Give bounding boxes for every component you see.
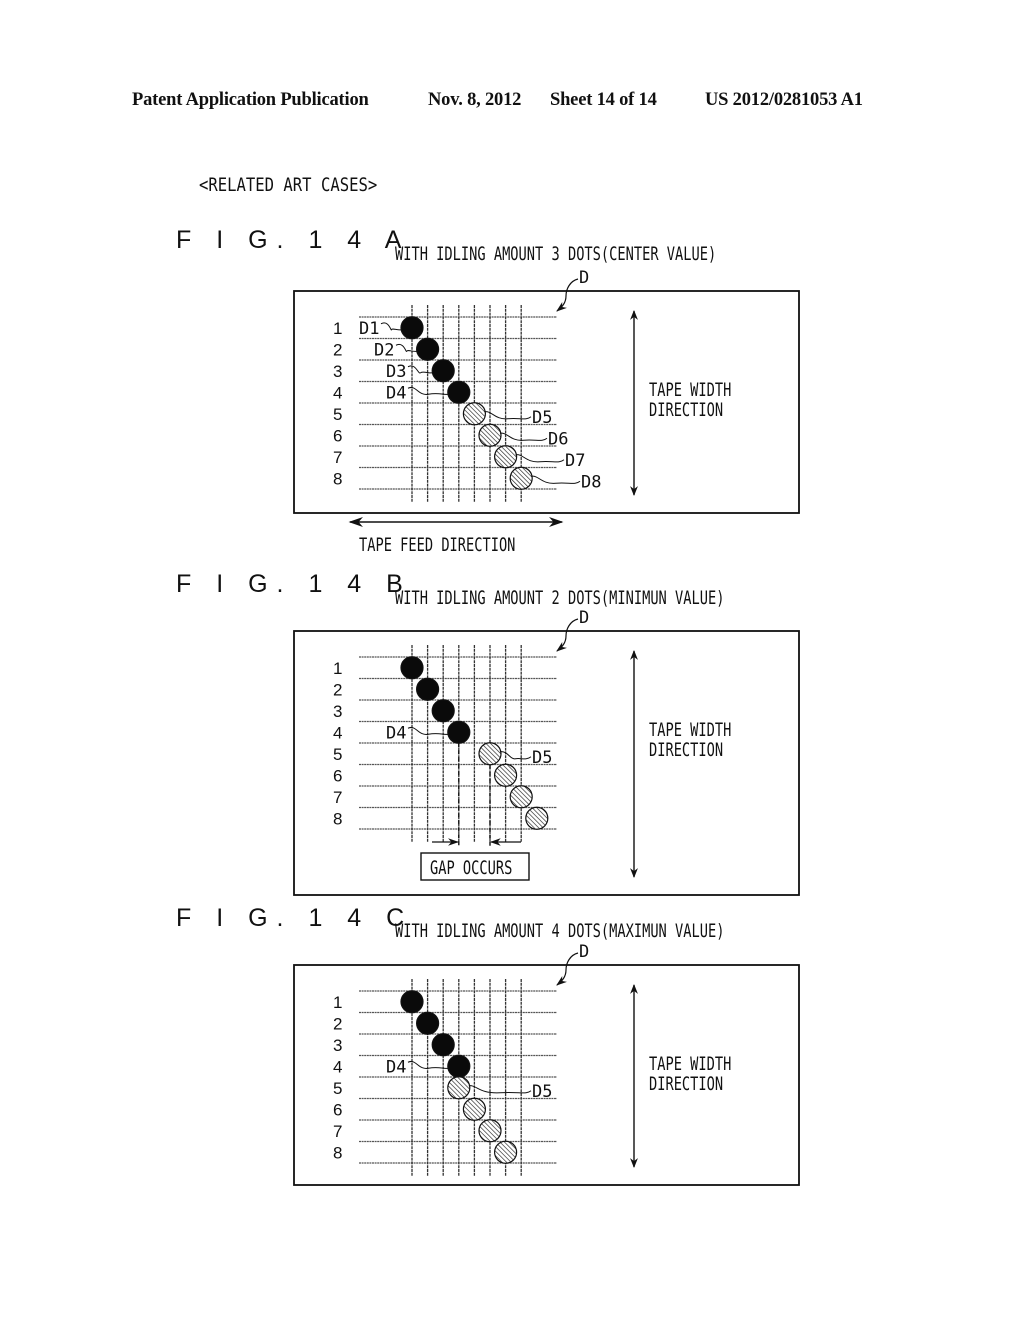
gap-occurs-label: GAP OCCURS <box>430 857 512 879</box>
hatched-dot <box>478 1119 502 1143</box>
hatched-dot <box>478 423 502 447</box>
dot-group-leader-arrow <box>556 952 579 986</box>
solid-dot <box>416 1011 440 1035</box>
hatched-dot <box>462 402 486 426</box>
hatched-dot <box>478 742 502 766</box>
dot-group-label-d: D <box>579 268 589 288</box>
dot-group-leader-arrow <box>556 618 579 652</box>
solid-dot <box>447 380 471 404</box>
dot-label-d4: D4 <box>386 1057 406 1077</box>
row-label: 7 <box>333 1122 342 1141</box>
row-label: 7 <box>333 788 342 807</box>
dot-label-d6: D6 <box>548 429 568 449</box>
tape-width-direction-label: TAPE WIDTH <box>649 1053 731 1075</box>
dot-label-leader <box>499 751 532 760</box>
row-label: 8 <box>333 469 342 488</box>
hatched-dot <box>462 1097 486 1121</box>
row-label: 6 <box>333 426 342 445</box>
row-label: 1 <box>333 319 342 338</box>
solid-dot <box>416 677 440 701</box>
row-label: 2 <box>333 1014 342 1033</box>
tape-width-direction-label: TAPE WIDTH <box>649 719 731 741</box>
tape-width-direction-label: DIRECTION <box>649 399 723 421</box>
dot-label-d8: D8 <box>581 472 601 492</box>
hatched-dot <box>494 445 518 469</box>
solid-dot <box>400 656 424 680</box>
solid-dot <box>431 699 455 723</box>
dot-group-leader-arrow <box>556 278 579 312</box>
hatched-dot <box>447 1076 471 1100</box>
row-label: 3 <box>333 362 342 381</box>
row-label: 4 <box>333 1057 342 1076</box>
row-label: 5 <box>333 1079 342 1098</box>
solid-dot <box>416 337 440 361</box>
row-label: 8 <box>333 1143 342 1162</box>
dot-label-d4: D4 <box>386 383 406 403</box>
dot-label-leader <box>484 411 532 420</box>
dot-label-d4: D4 <box>386 723 406 743</box>
solid-dot <box>400 990 424 1014</box>
row-label: 2 <box>333 340 342 359</box>
dot-label-leader <box>515 454 565 463</box>
solid-dot <box>447 720 471 744</box>
tape-width-direction-label: TAPE WIDTH <box>649 379 731 401</box>
row-label: 1 <box>333 659 342 678</box>
dot-group-label-d: D <box>579 608 589 628</box>
hatched-dot <box>494 1140 518 1164</box>
row-label: 4 <box>333 383 342 402</box>
dot-label-d5: D5 <box>532 408 552 428</box>
row-label: 5 <box>333 745 342 764</box>
dot-label-d2: D2 <box>374 340 394 360</box>
row-label: 2 <box>333 680 342 699</box>
hatched-dot <box>525 806 549 830</box>
figure-14a: D12345678D1D2D3D4D5D6D7D8TAPE WIDTHDIREC… <box>293 268 800 556</box>
solid-dot <box>447 1054 471 1078</box>
solid-dot <box>431 359 455 383</box>
hatched-dot <box>494 763 518 787</box>
dot-label-d1: D1 <box>359 319 379 339</box>
row-label: 5 <box>333 405 342 424</box>
solid-dot <box>400 316 424 340</box>
row-label: 8 <box>333 809 342 828</box>
figure-drawings: D12345678D1D2D3D4D5D6D7D8TAPE WIDTHDIREC… <box>293 268 800 1186</box>
solid-dot <box>431 1033 455 1057</box>
figure-frame <box>293 964 800 1186</box>
row-label: 1 <box>333 993 342 1012</box>
dot-label-leader <box>395 343 418 352</box>
dot-label-d3: D3 <box>386 362 406 382</box>
figure-14b: D 1 2 3 4 5 6 7 8 D4 D5 TAPE WIDTHDIRECTION GAP OCCU… <box>293 608 800 896</box>
dot-group-label-d: D <box>579 942 589 962</box>
row-label: 3 <box>333 702 342 721</box>
row-label: 4 <box>333 723 342 742</box>
dot-label-leader <box>531 475 581 484</box>
row-label: 6 <box>333 1100 342 1119</box>
hatched-dot <box>509 785 533 809</box>
hatched-dot <box>509 466 533 490</box>
tape-feed-direction-label: TAPE FEED DIRECTION <box>359 534 515 556</box>
tape-width-direction-label: DIRECTION <box>649 1073 723 1095</box>
tape-width-direction-label: DIRECTION <box>649 739 723 761</box>
figure-14c: D 1 2 3 4 5 6 7 8 D4 D5 TAPE WIDTHDIRECTION <box>293 942 800 1186</box>
dot-label-d5: D5 <box>532 748 552 768</box>
dot-label-leader <box>380 322 403 331</box>
row-label: 3 <box>333 1036 342 1055</box>
dot-label-leader <box>499 432 548 441</box>
row-label: 7 <box>333 448 342 467</box>
row-label: 6 <box>333 766 342 785</box>
dot-label-d5: D5 <box>532 1082 552 1102</box>
dot-label-d7: D7 <box>565 451 585 471</box>
